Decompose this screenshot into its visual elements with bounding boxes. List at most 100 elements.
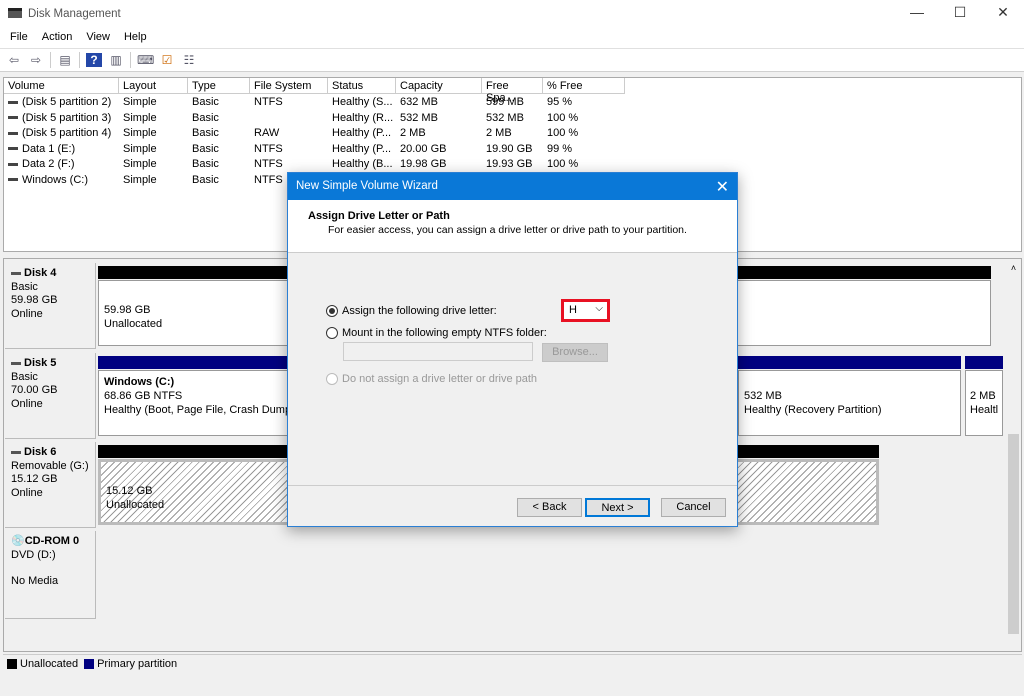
disk-name: Disk 6 bbox=[24, 446, 57, 458]
rescan-icon[interactable]: ⌨ bbox=[137, 53, 154, 67]
option-label: Mount in the following empty NTFS folder… bbox=[342, 327, 547, 339]
minimize-button[interactable]: — bbox=[902, 4, 932, 24]
table-cell: Basic bbox=[188, 143, 250, 155]
cell-text: (Disk 5 partition 3) bbox=[22, 111, 112, 124]
cell-text: Healthy (P... bbox=[332, 127, 392, 139]
column-header[interactable]: Free Spa... bbox=[482, 78, 543, 104]
column-header[interactable]: Capacity bbox=[396, 78, 482, 94]
cell-text: (Disk 5 partition 4) bbox=[22, 127, 112, 139]
assign-letter-radio[interactable]: Assign the following drive letter: bbox=[326, 305, 497, 318]
back-button[interactable]: < Back bbox=[517, 498, 582, 517]
table-row[interactable]: (Disk 5 partition 4) Simple Basic RAW Health… bbox=[4, 127, 1021, 142]
table-cell: RAW bbox=[250, 127, 328, 139]
menu-action[interactable]: Action bbox=[42, 31, 73, 45]
drive-letter-dropdown[interactable]: H ⌵ bbox=[561, 299, 610, 322]
scrollbar-thumb[interactable] bbox=[1008, 434, 1019, 634]
volume-icon bbox=[8, 116, 18, 120]
scroll-up-icon[interactable]: ˄ bbox=[1006, 259, 1021, 273]
primary-swatch bbox=[84, 658, 95, 669]
disk-type: Basic bbox=[11, 280, 38, 293]
maximize-button[interactable]: ☐ bbox=[945, 4, 975, 24]
window-title: Disk Management bbox=[28, 8, 121, 20]
table-cell: Basic bbox=[188, 174, 250, 186]
close-icon[interactable]: ✕ bbox=[716, 177, 729, 197]
next-button[interactable]: Next > bbox=[585, 498, 650, 517]
console-tree-icon[interactable]: ▤ bbox=[57, 53, 73, 67]
table-row[interactable]: Data 2 (F:) Simple Basic NTFS Healthy (B... 1… bbox=[4, 158, 1021, 173]
help-icon[interactable]: ? bbox=[86, 53, 102, 67]
column-header[interactable]: Type bbox=[188, 78, 250, 94]
cdrom-0-label[interactable]: 💿CD-ROM 0 DVD (D:) No Media bbox=[5, 531, 96, 619]
mount-folder-radio[interactable]: Mount in the following empty NTFS folder… bbox=[326, 327, 547, 340]
folder-path-input[interactable] bbox=[343, 342, 533, 361]
cell-text: Basic bbox=[192, 142, 219, 155]
menu-view[interactable]: View bbox=[86, 31, 110, 45]
cell-text: Data 1 (E:) bbox=[22, 142, 76, 155]
volume-icon bbox=[8, 131, 18, 135]
table-cell: 2 MB bbox=[396, 127, 482, 139]
show-pane-icon[interactable]: ▥ bbox=[108, 53, 124, 67]
table-cell: (Disk 5 partition 2) bbox=[4, 96, 119, 108]
cell-text: 95 % bbox=[547, 96, 573, 108]
table-cell: NTFS bbox=[250, 143, 328, 155]
cell-text: 599 MB bbox=[486, 96, 524, 108]
disk-type: Basic bbox=[11, 370, 38, 383]
table-row[interactable]: (Disk 5 partition 3) Simple Basic Healthy (… bbox=[4, 112, 1021, 127]
column-header[interactable]: Status bbox=[328, 78, 396, 94]
cell-text: NTFS bbox=[254, 142, 283, 155]
disk-4-label[interactable]: Disk 4 Basic 59.98 GB Online bbox=[5, 263, 96, 349]
disk-name: Disk 5 bbox=[24, 357, 57, 369]
vertical-scrollbar[interactable]: ˄ bbox=[1006, 259, 1021, 651]
table-cell: Healthy (B... bbox=[328, 158, 396, 170]
disk-type: Removable (G:) bbox=[11, 459, 89, 472]
check-icon[interactable]: ☑ bbox=[159, 53, 175, 67]
disk-6-label[interactable]: Disk 6 Removable (G:) 15.12 GB Online bbox=[5, 442, 96, 528]
partition-status: Healthy (Recovery Partition) bbox=[744, 404, 882, 416]
table-cell: 19.90 GB bbox=[482, 143, 543, 155]
dialog-subheading: For easier access, you can assign a driv… bbox=[328, 224, 687, 236]
column-header[interactable]: % Free bbox=[543, 78, 625, 94]
column-header[interactable]: Layout bbox=[119, 78, 188, 94]
table-row[interactable]: Data 1 (E:) Simple Basic NTFS Healthy (P... 2… bbox=[4, 143, 1021, 158]
table-cell: 532 MB bbox=[396, 112, 482, 124]
cancel-button[interactable]: Cancel bbox=[661, 498, 726, 517]
drive-letter-value: H bbox=[569, 304, 577, 316]
cell-text: Healthy (B... bbox=[332, 158, 393, 170]
menu-help[interactable]: Help bbox=[124, 31, 147, 45]
disk-5-label[interactable]: Disk 5 Basic 70.00 GB Online bbox=[5, 353, 96, 439]
properties-icon[interactable]: ☷ bbox=[181, 53, 197, 67]
column-header[interactable]: File System bbox=[250, 78, 328, 94]
dialog-title: New Simple Volume Wizard bbox=[296, 180, 438, 192]
small-partition[interactable]: 2 MB Healtl bbox=[965, 370, 1003, 436]
disk-name: CD-ROM 0 bbox=[24, 535, 80, 547]
title-bar: Disk Management — ☐ ✕ bbox=[0, 0, 1024, 28]
menu-file[interactable]: File bbox=[10, 31, 28, 45]
cell-text: Healthy (P... bbox=[332, 142, 392, 155]
disk-status: Online bbox=[11, 397, 43, 410]
option-label: Do not assign a drive letter or drive pa… bbox=[342, 373, 538, 385]
table-cell: 20.00 GB bbox=[396, 143, 482, 155]
table-row[interactable]: (Disk 5 partition 2) Simple Basic NTFS Healt… bbox=[4, 96, 1021, 111]
back-icon[interactable]: ⇦ bbox=[6, 53, 22, 67]
table-cell: Simple bbox=[119, 127, 188, 139]
toolbar-divider bbox=[130, 52, 131, 68]
table-cell: NTFS bbox=[250, 158, 328, 170]
table-cell: NTFS bbox=[250, 96, 328, 108]
recovery-partition[interactable]: 532 MB Healthy (Recovery Partition) bbox=[738, 370, 961, 436]
new-simple-volume-wizard: New Simple Volume Wizard ✕ Assign Drive … bbox=[287, 172, 738, 527]
legend: Unallocated Primary partition bbox=[3, 654, 1022, 672]
disk-status: No Media bbox=[11, 575, 59, 587]
table-cell: Basic bbox=[188, 96, 250, 108]
cell-text: Healthy (R... bbox=[332, 111, 394, 124]
close-button[interactable]: ✕ bbox=[988, 4, 1018, 24]
column-header[interactable]: Volume bbox=[4, 78, 119, 94]
table-cell: 99 % bbox=[543, 143, 625, 155]
cell-text: Basic bbox=[192, 111, 219, 124]
cell-text: 2 MB bbox=[400, 127, 426, 139]
disk-size: 15.12 GB bbox=[11, 473, 58, 485]
cell-text: NTFS bbox=[254, 96, 283, 108]
browse-button[interactable]: Browse... bbox=[542, 343, 608, 362]
forward-icon[interactable]: ⇨ bbox=[28, 53, 44, 67]
table-cell: Basic bbox=[188, 112, 250, 124]
no-letter-radio[interactable]: Do not assign a drive letter or drive pa… bbox=[326, 373, 538, 386]
